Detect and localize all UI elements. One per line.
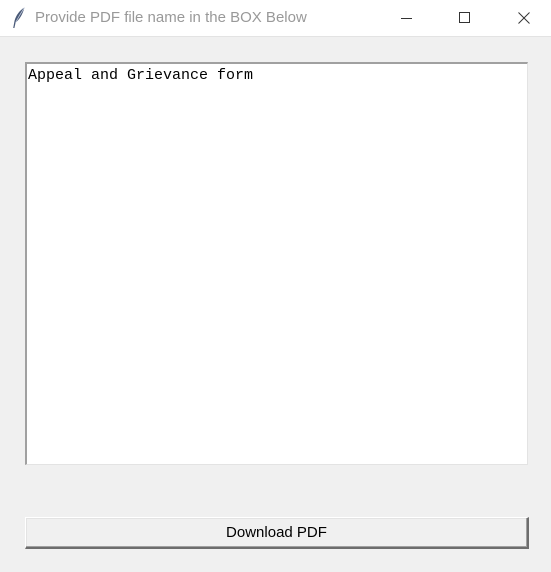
window-title: Provide PDF file name in the BOX Below: [35, 9, 307, 26]
app-window: Provide PDF file name in the BOX Below A…: [0, 0, 551, 572]
feather-icon: [12, 7, 26, 29]
minimize-button[interactable]: [384, 0, 430, 36]
minimize-icon: [401, 12, 413, 24]
pdf-name-textbox[interactable]: Appeal and Grievance form: [25, 62, 528, 465]
title-bar[interactable]: Provide PDF file name in the BOX Below: [0, 0, 551, 37]
maximize-button[interactable]: [442, 0, 488, 36]
maximize-icon: [459, 12, 471, 24]
close-button[interactable]: [501, 0, 547, 36]
close-icon: [518, 12, 530, 24]
download-pdf-button[interactable]: Download PDF: [25, 517, 529, 549]
